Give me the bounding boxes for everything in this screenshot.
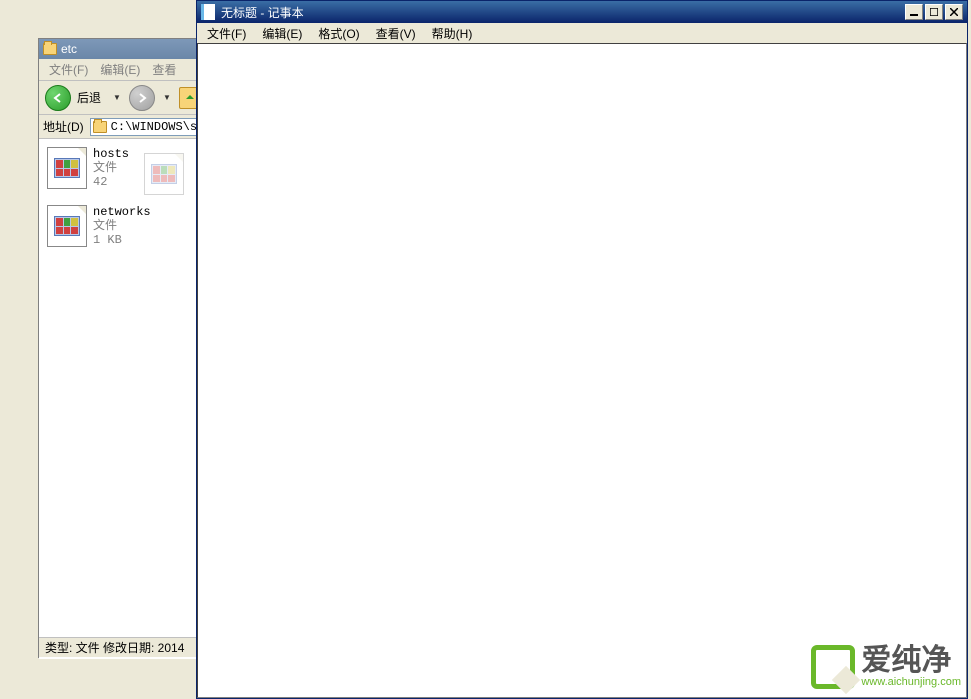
file-type: 文件	[93, 161, 129, 175]
watermark-url: www.aichunjing.com	[861, 676, 961, 688]
notepad-textarea[interactable]	[197, 43, 967, 698]
forward-dropdown[interactable]: ▼	[163, 93, 171, 102]
arrow-right-icon	[136, 92, 148, 104]
forward-button	[129, 85, 155, 111]
folder-icon	[93, 121, 107, 133]
drag-ghost	[144, 153, 190, 195]
back-button[interactable]	[45, 85, 71, 111]
menu-edit[interactable]: 编辑(E)	[94, 59, 146, 80]
arrow-up-icon	[184, 92, 196, 104]
address-path: C:\WINDOWS\s	[111, 120, 197, 134]
file-icon	[144, 153, 184, 195]
maximize-icon	[930, 8, 938, 16]
menu-view[interactable]: 查看(V)	[368, 23, 424, 44]
file-name: hosts	[93, 147, 129, 161]
watermark: 爱纯净 www.aichunjing.com	[811, 645, 961, 689]
notepad-menubar: 文件(F) 编辑(E) 格式(O) 查看(V) 帮助(H)	[197, 23, 967, 43]
arrow-left-icon	[52, 92, 64, 104]
status-text: 类型: 文件 修改日期: 2014	[45, 639, 184, 656]
back-label: 后退	[77, 89, 101, 106]
file-name: networks	[93, 205, 151, 219]
menu-edit[interactable]: 编辑(E)	[254, 23, 310, 44]
menu-help[interactable]: 帮助(H)	[424, 23, 481, 44]
minimize-button[interactable]	[905, 4, 923, 20]
window-controls	[905, 4, 963, 20]
file-type: 文件	[93, 219, 151, 233]
notepad-title: 无标题 - 记事本	[221, 4, 905, 21]
watermark-text: 爱纯净	[861, 646, 961, 676]
minimize-icon	[910, 8, 918, 16]
back-dropdown[interactable]: ▼	[113, 93, 121, 102]
file-icon	[47, 205, 87, 247]
close-icon	[950, 8, 958, 16]
maximize-button[interactable]	[925, 4, 943, 20]
folder-icon	[43, 43, 57, 55]
close-button[interactable]	[945, 4, 963, 20]
file-size: 42	[93, 175, 129, 189]
notepad-icon	[201, 4, 215, 20]
file-icon	[47, 147, 87, 189]
menu-format[interactable]: 格式(O)	[310, 23, 367, 44]
notepad-titlebar[interactable]: 无标题 - 记事本	[197, 1, 967, 23]
menu-file[interactable]: 文件(F)	[43, 59, 94, 80]
explorer-title: etc	[61, 42, 77, 56]
notepad-window: 无标题 - 记事本 文件(F) 编辑(E) 格式(O) 查看(V) 帮助(H)	[196, 0, 968, 699]
watermark-logo-icon	[811, 645, 855, 689]
file-size: 1 KB	[93, 233, 151, 247]
menu-view[interactable]: 查看	[146, 59, 182, 80]
menu-file[interactable]: 文件(F)	[199, 23, 254, 44]
address-label: 地址(D)	[43, 118, 84, 135]
